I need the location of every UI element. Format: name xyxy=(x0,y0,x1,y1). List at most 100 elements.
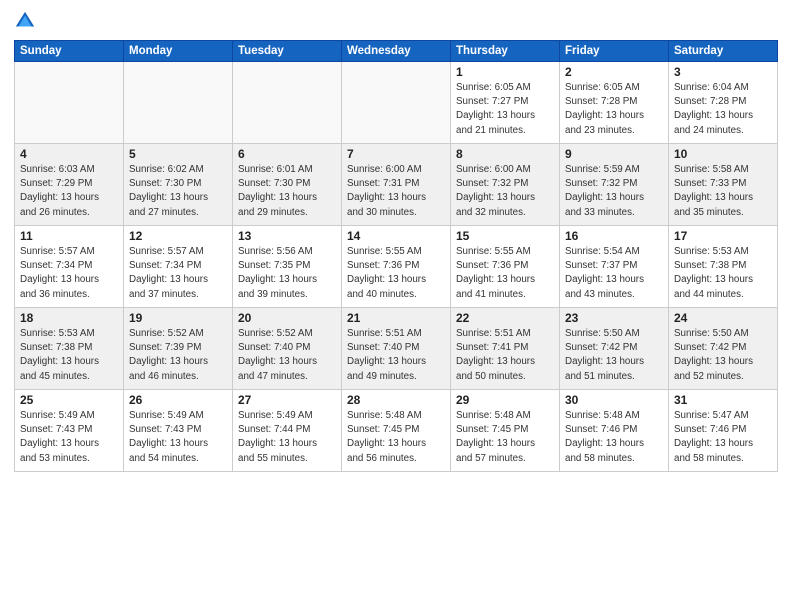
day-cell: 8 Sunrise: 6:00 AMSunset: 7:32 PMDaylight… xyxy=(451,144,560,226)
weekday-wednesday: Wednesday xyxy=(342,41,451,62)
day-info: Sunrise: 5:49 AMSunset: 7:43 PMDaylight:… xyxy=(129,409,227,466)
day-number: 13 xyxy=(238,229,336,243)
weekday-header-row: SundayMondayTuesdayWednesdayThursdayFrid… xyxy=(15,41,778,62)
day-info: Sunrise: 6:04 AMSunset: 7:28 PMDaylight:… xyxy=(674,81,772,138)
week-row-3: 11 Sunrise: 5:57 AMSunset: 7:34 PMDayligh… xyxy=(15,226,778,308)
day-info: Sunrise: 6:01 AMSunset: 7:30 PMDaylight:… xyxy=(238,163,336,220)
day-info: Sunrise: 5:58 AMSunset: 7:33 PMDaylight:… xyxy=(674,163,772,220)
day-cell xyxy=(233,62,342,144)
day-number: 14 xyxy=(347,229,445,243)
day-info: Sunrise: 5:50 AMSunset: 7:42 PMDaylight:… xyxy=(674,327,772,384)
day-cell: 20Sunrise: 5:52 AMSunset: 7:40 PMDayligh… xyxy=(233,308,342,390)
day-info: Sunrise: 5:51 AMSunset: 7:41 PMDaylight:… xyxy=(456,327,554,384)
day-cell: 26 Sunrise: 5:49 AMSunset: 7:43 PMDayligh… xyxy=(124,390,233,472)
day-info: Sunrise: 6:02 AMSunset: 7:30 PMDaylight:… xyxy=(129,163,227,220)
day-info: Sunrise: 5:57 AMSunset: 7:34 PMDaylight:… xyxy=(129,245,227,302)
week-row-4: 18Sunrise: 5:53 AMSunset: 7:38 PMDayligh… xyxy=(15,308,778,390)
weekday-thursday: Thursday xyxy=(451,41,560,62)
day-cell: 2 Sunrise: 6:05 AMSunset: 7:28 PMDaylight… xyxy=(560,62,669,144)
week-row-1: 1 Sunrise: 6:05 AMSunset: 7:27 PMDaylight… xyxy=(15,62,778,144)
day-cell: 14 Sunrise: 5:55 AMSunset: 7:36 PMDayligh… xyxy=(342,226,451,308)
weekday-friday: Friday xyxy=(560,41,669,62)
day-info: Sunrise: 5:48 AMSunset: 7:45 PMDaylight:… xyxy=(456,409,554,466)
day-cell xyxy=(342,62,451,144)
day-cell: 31 Sunrise: 5:47 AMSunset: 7:46 PMDayligh… xyxy=(669,390,778,472)
week-row-2: 4 Sunrise: 6:03 AMSunset: 7:29 PMDaylight… xyxy=(15,144,778,226)
day-number: 12 xyxy=(129,229,227,243)
weekday-saturday: Saturday xyxy=(669,41,778,62)
day-info: Sunrise: 6:05 AMSunset: 7:28 PMDaylight:… xyxy=(565,81,663,138)
day-number: 21 xyxy=(347,311,445,325)
day-number: 7 xyxy=(347,147,445,161)
day-cell: 13 Sunrise: 5:56 AMSunset: 7:35 PMDayligh… xyxy=(233,226,342,308)
day-number: 15 xyxy=(456,229,554,243)
day-number: 23 xyxy=(565,311,663,325)
day-number: 26 xyxy=(129,393,227,407)
day-info: Sunrise: 5:51 AMSunset: 7:40 PMDaylight:… xyxy=(347,327,445,384)
day-cell: 4 Sunrise: 6:03 AMSunset: 7:29 PMDaylight… xyxy=(15,144,124,226)
day-cell: 23Sunrise: 5:50 AMSunset: 7:42 PMDayligh… xyxy=(560,308,669,390)
day-cell: 17 Sunrise: 5:53 AMSunset: 7:38 PMDayligh… xyxy=(669,226,778,308)
day-cell: 11 Sunrise: 5:57 AMSunset: 7:34 PMDayligh… xyxy=(15,226,124,308)
day-cell: 5 Sunrise: 6:02 AMSunset: 7:30 PMDaylight… xyxy=(124,144,233,226)
day-info: Sunrise: 5:55 AMSunset: 7:36 PMDaylight:… xyxy=(456,245,554,302)
day-info: Sunrise: 6:00 AMSunset: 7:32 PMDaylight:… xyxy=(456,163,554,220)
day-info: Sunrise: 5:49 AMSunset: 7:44 PMDaylight:… xyxy=(238,409,336,466)
header xyxy=(14,10,778,32)
day-info: Sunrise: 5:54 AMSunset: 7:37 PMDaylight:… xyxy=(565,245,663,302)
day-number: 28 xyxy=(347,393,445,407)
day-info: Sunrise: 5:53 AMSunset: 7:38 PMDaylight:… xyxy=(20,327,118,384)
day-cell: 29 Sunrise: 5:48 AMSunset: 7:45 PMDayligh… xyxy=(451,390,560,472)
day-info: Sunrise: 5:57 AMSunset: 7:34 PMDaylight:… xyxy=(20,245,118,302)
day-cell: 15 Sunrise: 5:55 AMSunset: 7:36 PMDayligh… xyxy=(451,226,560,308)
day-info: Sunrise: 5:56 AMSunset: 7:35 PMDaylight:… xyxy=(238,245,336,302)
day-cell: 21 Sunrise: 5:51 AMSunset: 7:40 PMDayligh… xyxy=(342,308,451,390)
day-info: Sunrise: 6:05 AMSunset: 7:27 PMDaylight:… xyxy=(456,81,554,138)
day-number: 30 xyxy=(565,393,663,407)
calendar: SundayMondayTuesdayWednesdayThursdayFrid… xyxy=(14,40,778,472)
weekday-monday: Monday xyxy=(124,41,233,62)
day-number: 17 xyxy=(674,229,772,243)
day-cell: 6 Sunrise: 6:01 AMSunset: 7:30 PMDaylight… xyxy=(233,144,342,226)
day-cell: 16Sunrise: 5:54 AMSunset: 7:37 PMDayligh… xyxy=(560,226,669,308)
day-cell: 7 Sunrise: 6:00 AMSunset: 7:31 PMDaylight… xyxy=(342,144,451,226)
day-number: 22 xyxy=(456,311,554,325)
day-info: Sunrise: 5:53 AMSunset: 7:38 PMDaylight:… xyxy=(674,245,772,302)
day-cell: 24 Sunrise: 5:50 AMSunset: 7:42 PMDayligh… xyxy=(669,308,778,390)
day-info: Sunrise: 6:03 AMSunset: 7:29 PMDaylight:… xyxy=(20,163,118,220)
day-number: 31 xyxy=(674,393,772,407)
day-number: 29 xyxy=(456,393,554,407)
day-info: Sunrise: 5:48 AMSunset: 7:46 PMDaylight:… xyxy=(565,409,663,466)
day-cell: 1 Sunrise: 6:05 AMSunset: 7:27 PMDaylight… xyxy=(451,62,560,144)
day-cell: 25 Sunrise: 5:49 AMSunset: 7:43 PMDayligh… xyxy=(15,390,124,472)
logo xyxy=(14,10,40,32)
day-info: Sunrise: 5:55 AMSunset: 7:36 PMDaylight:… xyxy=(347,245,445,302)
day-cell: 3 Sunrise: 6:04 AMSunset: 7:28 PMDaylight… xyxy=(669,62,778,144)
day-info: Sunrise: 6:00 AMSunset: 7:31 PMDaylight:… xyxy=(347,163,445,220)
day-number: 19 xyxy=(129,311,227,325)
day-number: 1 xyxy=(456,65,554,79)
day-number: 3 xyxy=(674,65,772,79)
day-number: 25 xyxy=(20,393,118,407)
day-cell: 12 Sunrise: 5:57 AMSunset: 7:34 PMDayligh… xyxy=(124,226,233,308)
day-number: 20 xyxy=(238,311,336,325)
day-number: 10 xyxy=(674,147,772,161)
day-info: Sunrise: 5:48 AMSunset: 7:45 PMDaylight:… xyxy=(347,409,445,466)
day-number: 2 xyxy=(565,65,663,79)
weekday-sunday: Sunday xyxy=(15,41,124,62)
day-cell: 10 Sunrise: 5:58 AMSunset: 7:33 PMDayligh… xyxy=(669,144,778,226)
day-number: 11 xyxy=(20,229,118,243)
day-number: 5 xyxy=(129,147,227,161)
day-number: 24 xyxy=(674,311,772,325)
day-number: 4 xyxy=(20,147,118,161)
day-number: 8 xyxy=(456,147,554,161)
day-info: Sunrise: 5:52 AMSunset: 7:39 PMDaylight:… xyxy=(129,327,227,384)
day-cell: 22 Sunrise: 5:51 AMSunset: 7:41 PMDayligh… xyxy=(451,308,560,390)
day-number: 6 xyxy=(238,147,336,161)
day-cell: 28 Sunrise: 5:48 AMSunset: 7:45 PMDayligh… xyxy=(342,390,451,472)
day-cell xyxy=(124,62,233,144)
day-info: Sunrise: 5:59 AMSunset: 7:32 PMDaylight:… xyxy=(565,163,663,220)
day-info: Sunrise: 5:49 AMSunset: 7:43 PMDaylight:… xyxy=(20,409,118,466)
day-cell: 27Sunrise: 5:49 AMSunset: 7:44 PMDayligh… xyxy=(233,390,342,472)
day-info: Sunrise: 5:47 AMSunset: 7:46 PMDaylight:… xyxy=(674,409,772,466)
